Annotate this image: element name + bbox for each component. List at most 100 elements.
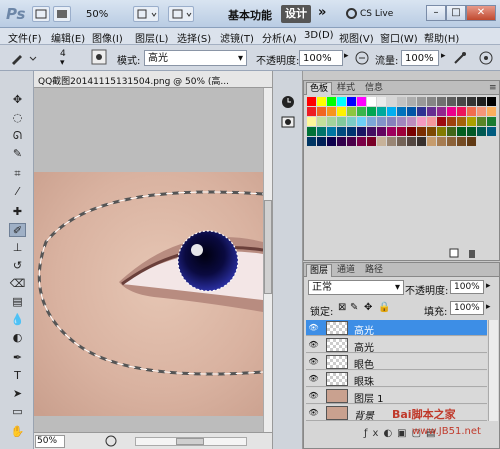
menu-view[interactable]: 视图(V) [339, 30, 374, 45]
swatch-cell[interactable] [307, 127, 316, 136]
swatch-cell[interactable] [427, 127, 436, 136]
swatch-cell[interactable] [427, 137, 436, 146]
swatch-cell[interactable] [487, 127, 496, 136]
pen-tool-icon[interactable]: ✒ [9, 351, 26, 365]
close-button[interactable]: ✕ [466, 5, 496, 21]
swatch-cell[interactable] [487, 117, 496, 126]
tab-paths[interactable]: 路径 [362, 264, 386, 277]
swatch-cell[interactable] [457, 137, 466, 146]
lock-all-icon[interactable]: 🔒 [378, 302, 390, 313]
layers-scrollbar[interactable] [488, 320, 498, 421]
swatch-cell[interactable] [387, 127, 396, 136]
shape-tool-icon[interactable]: ▭ [9, 405, 26, 419]
move-tool-icon[interactable]: ✥ [9, 93, 26, 107]
swatch-cell[interactable] [337, 107, 346, 116]
swatch-cell[interactable] [427, 97, 436, 106]
tab-swatches[interactable]: 色板 [306, 82, 333, 95]
swatch-cell[interactable] [407, 117, 416, 126]
swatch-cell[interactable] [407, 107, 416, 116]
eye-icon[interactable]: 👁 [308, 357, 319, 367]
swatch-cell[interactable] [347, 137, 356, 146]
swatch-cell[interactable] [417, 97, 426, 106]
layer-row[interactable]: 👁 图层 1 [306, 388, 487, 405]
swatch-cell[interactable] [437, 97, 446, 106]
swatch-cell[interactable] [317, 117, 326, 126]
swatch-cell[interactable] [327, 97, 336, 106]
swatch-cell[interactable] [477, 117, 486, 126]
swatch-cell[interactable] [417, 137, 426, 146]
swatch-cell[interactable] [367, 97, 376, 106]
swatch-cell[interactable] [327, 137, 336, 146]
swatch-cell[interactable] [487, 107, 496, 116]
swatch-cell[interactable] [387, 107, 396, 116]
swatch-cell[interactable] [447, 137, 456, 146]
cslive-button[interactable]: CS Live [360, 9, 393, 19]
opacity-field[interactable]: 100% [299, 50, 343, 66]
swatch-cell[interactable] [437, 137, 446, 146]
lock-transparency-icon[interactable]: ⊠ [338, 302, 346, 313]
fill-dropdown-icon[interactable]: ▸ [486, 302, 491, 312]
workspace-design[interactable]: 设计 [281, 5, 311, 23]
swatch-cell[interactable] [457, 127, 466, 136]
crop-tool-icon[interactable]: ⌗ [9, 167, 26, 181]
swatch-cell[interactable] [377, 137, 386, 146]
lasso-tool-icon[interactable]: ᘏ [9, 129, 26, 143]
flow-dropdown-icon[interactable]: ▸ [441, 51, 446, 61]
swatch-cell[interactable] [487, 97, 496, 106]
swatch-cell[interactable] [367, 137, 376, 146]
swatch-cell[interactable] [387, 117, 396, 126]
clone-stamp-tool-icon[interactable]: ⊥ [9, 241, 26, 255]
layer-row[interactable]: 👁 高光 [306, 337, 487, 354]
swatch-cell[interactable] [357, 117, 366, 126]
swatch-cell[interactable] [337, 127, 346, 136]
document-tab[interactable]: QQ截图20141115131504.png @ 50% (高... [34, 71, 272, 88]
swatch-cell[interactable] [307, 117, 316, 126]
swatch-cell[interactable] [417, 127, 426, 136]
fill-field[interactable]: 100% [450, 301, 484, 315]
swatch-grid[interactable] [307, 97, 497, 169]
brush-panel-icon[interactable] [91, 49, 107, 65]
menu-select[interactable]: 选择(S) [177, 30, 211, 45]
swatch-cell[interactable] [397, 137, 406, 146]
dodge-tool-icon[interactable]: ◐ [9, 331, 26, 345]
swatch-cell[interactable] [457, 117, 466, 126]
hand-tool-icon[interactable]: ✋ [9, 425, 26, 439]
workspace-basic[interactable]: 基本功能 [228, 7, 272, 23]
delete-swatch-icon[interactable] [466, 247, 478, 259]
eye-icon[interactable]: 👁 [308, 374, 319, 384]
document-image[interactable] [34, 172, 263, 416]
pressure-opacity-icon[interactable] [354, 50, 370, 66]
tab-styles[interactable]: 样式 [334, 82, 358, 95]
swatch-cell[interactable] [397, 107, 406, 116]
layer-opacity-field[interactable]: 100% [450, 280, 484, 294]
swatch-cell[interactable] [337, 137, 346, 146]
minimize-button[interactable]: – [426, 5, 446, 21]
mode-select[interactable]: 高光 ▾ [144, 50, 247, 66]
swatch-cell[interactable] [377, 97, 386, 106]
opacity-dropdown-icon[interactable]: ▸ [344, 51, 349, 61]
swatch-cell[interactable] [337, 97, 346, 106]
blur-tool-icon[interactable]: 💧 [9, 313, 26, 327]
menu-analysis[interactable]: 分析(A) [262, 30, 297, 45]
swatch-cell[interactable] [447, 117, 456, 126]
swatch-cell[interactable] [467, 97, 476, 106]
swatch-cell[interactable] [427, 107, 436, 116]
marquee-tool-icon[interactable]: ◌ [9, 111, 26, 125]
swatch-cell[interactable] [317, 97, 326, 106]
panel-menu-icon[interactable]: ≡ [486, 82, 500, 95]
swatch-cell[interactable] [477, 97, 486, 106]
flow-field[interactable]: 100% [401, 50, 439, 66]
tab-layers[interactable]: 图层 [306, 264, 333, 277]
type-tool-icon[interactable]: T [9, 369, 26, 383]
swatch-cell[interactable] [457, 107, 466, 116]
swatch-cell[interactable] [477, 127, 486, 136]
quick-select-tool-icon[interactable]: ✎ [9, 147, 26, 161]
brush-dropdown-icon[interactable]: ▾ [60, 58, 65, 68]
swatch-cell[interactable] [327, 107, 336, 116]
menu-help[interactable]: 帮助(H) [424, 30, 459, 45]
view-extras-button[interactable] [133, 6, 159, 22]
swatch-cell[interactable] [317, 107, 326, 116]
swatch-cell[interactable] [387, 97, 396, 106]
eraser-tool-icon[interactable]: ⌫ [9, 277, 26, 291]
healing-brush-tool-icon[interactable]: ✚ [9, 205, 26, 219]
